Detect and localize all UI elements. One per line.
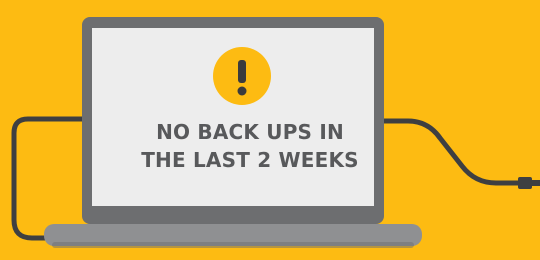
alert-line-2: THE LAST 2 WEEKS — [141, 148, 359, 172]
backup-warning-illustration: NO BACK UPS IN THE LAST 2 WEEKS — [0, 0, 540, 260]
warning-exclamation-icon — [213, 47, 271, 105]
cable-plug — [518, 177, 532, 189]
backup-alert-message: NO BACK UPS IN THE LAST 2 WEEKS — [92, 118, 408, 174]
alert-line-1: NO BACK UPS IN — [156, 120, 344, 144]
cable-plug-tip — [531, 180, 540, 186]
laptop-base-shadow — [52, 242, 414, 248]
